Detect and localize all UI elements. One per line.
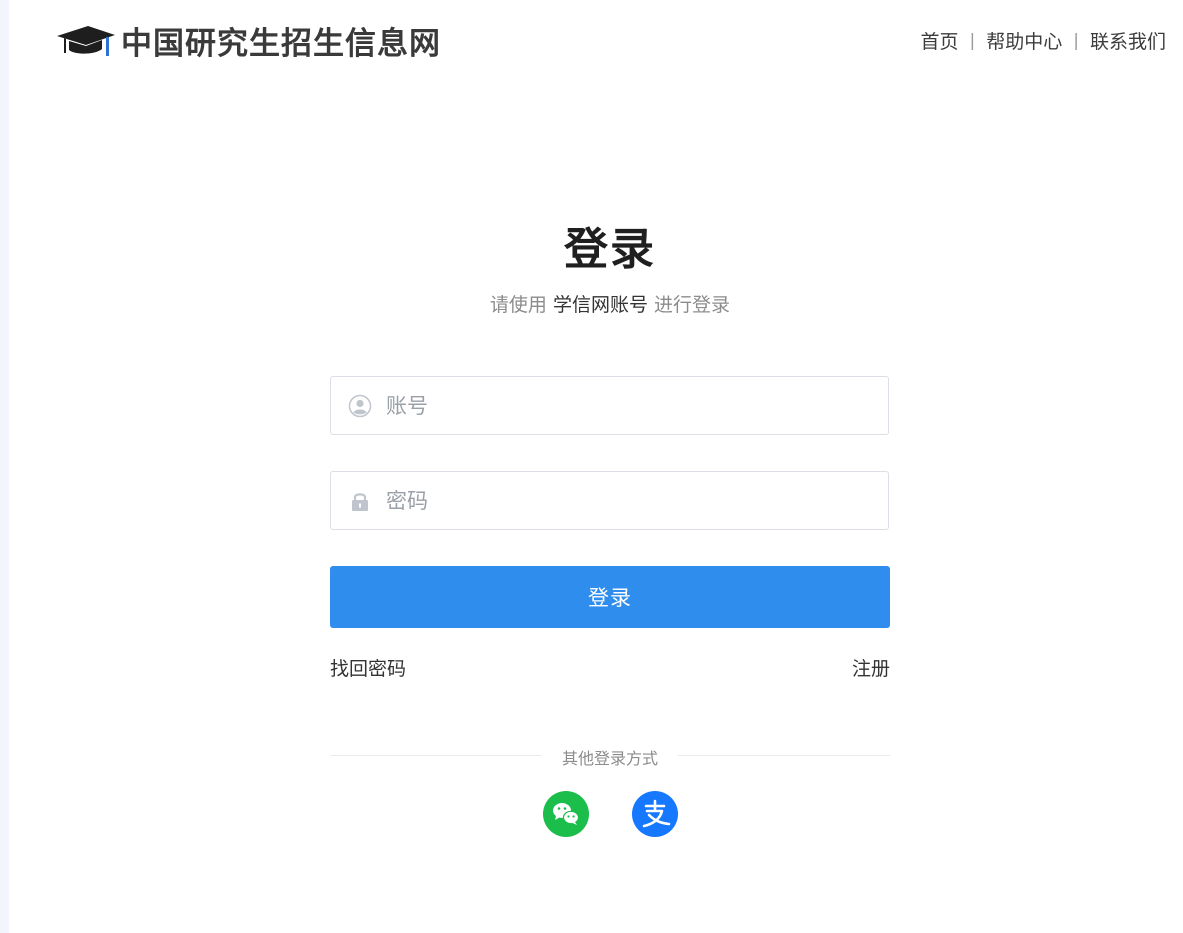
forgot-password-link[interactable]: 找回密码 (330, 654, 406, 681)
other-login-label: 其他登录方式 (561, 749, 658, 768)
wechat-login-button[interactable] (543, 791, 589, 837)
nav-separator: | (969, 30, 976, 51)
alipay-icon (642, 799, 671, 828)
username-field[interactable] (330, 376, 889, 435)
login-button[interactable]: 登录 (330, 566, 890, 628)
site-title: 中国研究生招生信息网 (121, 25, 441, 62)
divider-line (678, 755, 890, 756)
username-input[interactable] (384, 392, 868, 419)
nav-home-link[interactable]: 首页 (920, 27, 958, 54)
left-edge-strip (0, 0, 9, 933)
nav-contact-link[interactable]: 联系我们 (1090, 27, 1166, 54)
header: 中国研究生招生信息网 首页 | 帮助中心 | 联系我们 (0, 0, 1183, 80)
login-subtitle: 请使用 学信网账号 进行登录 (0, 290, 1183, 317)
brand[interactable]: 中国研究生招生信息网 (55, 18, 441, 62)
wechat-icon (553, 803, 580, 825)
alipay-login-button[interactable] (632, 791, 678, 837)
lock-icon (352, 492, 368, 511)
nav-help-link[interactable]: 帮助中心 (986, 27, 1062, 54)
subtitle-prefix: 请使用 (489, 294, 547, 316)
subtitle-suffix: 进行登录 (654, 294, 731, 316)
password-input[interactable] (384, 487, 868, 514)
top-nav: 首页 | 帮助中心 | 联系我们 (920, 27, 1166, 54)
register-link[interactable]: 注册 (852, 654, 890, 681)
password-field[interactable] (330, 471, 889, 530)
subtitle-account: 学信网账号 (552, 294, 648, 316)
user-icon (348, 394, 372, 417)
graduation-cap-icon (57, 26, 115, 56)
nav-separator: | (1073, 30, 1079, 51)
other-login-divider: 其他登录方式 (330, 745, 890, 768)
login-title: 登录 (564, 224, 656, 275)
